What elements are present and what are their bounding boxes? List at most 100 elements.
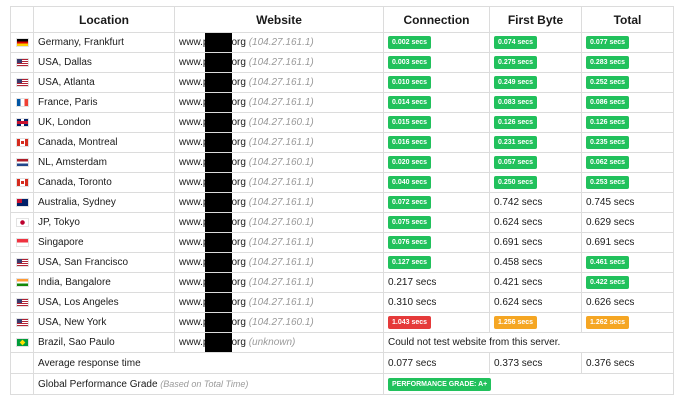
total-cell: 0.626 secs xyxy=(581,292,674,313)
table-row: UK, London www.p org (104.27.160.1) 0.015 s… xyxy=(10,112,674,133)
flag-column-header xyxy=(10,6,34,33)
location-cell: JP, Tokyo xyxy=(33,212,175,233)
redaction-bar xyxy=(205,313,232,332)
location-cell: UK, London xyxy=(33,112,175,133)
ip-address: (104.27.161.1) xyxy=(248,197,314,208)
website-suffix: org xyxy=(231,57,246,68)
connection-cell: 0.002 secs xyxy=(383,32,490,53)
first-byte-value: 0.126 secs xyxy=(494,116,538,129)
redaction-bar xyxy=(205,33,232,52)
redaction-bar xyxy=(205,133,232,152)
connection-cell: 0.015 secs xyxy=(383,112,490,133)
table-row: India, Bangalore www.p org (104.27.161.1) 0… xyxy=(10,272,674,293)
first-byte-cell: 0.275 secs xyxy=(489,52,582,73)
first-byte-cell: 0.126 secs xyxy=(489,112,582,133)
website-cell: www.p org (104.27.161.1) xyxy=(174,272,384,293)
first-byte-value: 0.074 secs xyxy=(494,36,538,49)
connection-cell: 0.020 secs xyxy=(383,152,490,173)
website-cell: www.p org (104.27.161.1) xyxy=(174,32,384,53)
website-cell: www.p org (104.27.160.1) xyxy=(174,312,384,333)
website-suffix: org xyxy=(231,157,246,168)
ip-address: (104.27.161.1) xyxy=(248,297,314,308)
total-cell: 0.691 secs xyxy=(581,232,674,253)
website-suffix: org xyxy=(231,77,246,88)
website-cell: www.p org (104.27.161.1) xyxy=(174,232,384,253)
redaction-bar xyxy=(205,293,232,312)
flag-icon xyxy=(15,317,29,327)
ip-address: (104.27.160.1) xyxy=(248,157,314,168)
flag-icon xyxy=(15,177,29,187)
total-cell: 0.126 secs xyxy=(581,112,674,133)
website-cell: www.p org (104.27.161.1) xyxy=(174,292,384,313)
average-total: 0.376 secs xyxy=(581,352,674,374)
connection-value: 0.010 secs xyxy=(388,76,432,89)
redaction-bar xyxy=(205,253,232,272)
website-suffix: org xyxy=(231,37,246,48)
table-row: Brazil, Sao Paulo www.p org (unknown) Could… xyxy=(10,332,674,353)
performance-grade-badge: PERFORMANCE GRADE: A+ xyxy=(388,377,492,391)
flag-icon xyxy=(15,237,29,247)
total-column-header: Total xyxy=(581,6,674,33)
grade-note: (Based on Total Time) xyxy=(160,378,249,389)
redaction-bar xyxy=(205,153,232,172)
website-suffix: org xyxy=(231,197,246,208)
first-byte-value: 0.250 secs xyxy=(494,176,538,189)
website-cell: www.p org (104.27.161.1) xyxy=(174,72,384,93)
average-row: Average response time 0.077 secs 0.373 s… xyxy=(10,352,674,374)
total-value: 0.077 secs xyxy=(586,36,630,49)
connection-column-header: Connection xyxy=(383,6,490,33)
connection-value: 0.076 secs xyxy=(388,236,432,249)
ip-address: (104.27.161.1) xyxy=(248,97,314,108)
first-byte-cell: 0.249 secs xyxy=(489,72,582,93)
website-cell: www.p org (104.27.161.1) xyxy=(174,52,384,73)
total-cell: 0.077 secs xyxy=(581,32,674,53)
location-cell: Germany, Frankfurt xyxy=(33,32,175,53)
total-value: 1.262 secs xyxy=(586,316,630,329)
first-byte-value: 0.624 secs xyxy=(494,297,543,308)
table-row: USA, Atlanta www.p org (104.27.161.1) 0.010… xyxy=(10,72,674,93)
redaction-bar xyxy=(205,233,232,252)
first-byte-value: 0.624 secs xyxy=(494,217,543,228)
total-value: 0.629 secs xyxy=(586,217,635,228)
connection-cell: 0.010 secs xyxy=(383,72,490,93)
website-suffix: org xyxy=(231,117,246,128)
table-row: Germany, Frankfurt www.p org (104.27.161.1… xyxy=(10,32,674,53)
first-byte-cell: 0.742 secs xyxy=(489,192,582,213)
total-cell: 0.629 secs xyxy=(581,212,674,233)
ip-address: (104.27.161.1) xyxy=(248,277,314,288)
first-byte-cell: 0.458 secs xyxy=(489,252,582,273)
redaction-bar xyxy=(205,93,232,112)
connection-cell: 0.217 secs xyxy=(383,272,490,293)
website-suffix: org xyxy=(231,97,246,108)
location-cell: NL, Amsterdam xyxy=(33,152,175,173)
first-byte-cell: 1.256 secs xyxy=(489,312,582,333)
connection-value: 0.075 secs xyxy=(388,216,432,229)
redaction-bar xyxy=(205,213,232,232)
website-suffix: org xyxy=(231,257,246,268)
table-row: Canada, Toronto www.p org (104.27.161.1) 0.… xyxy=(10,172,674,193)
website-cell: www.p org (104.27.160.1) xyxy=(174,212,384,233)
first-byte-value: 0.275 secs xyxy=(494,56,538,69)
total-cell: 0.253 secs xyxy=(581,172,674,193)
table-row: Australia, Sydney www.p org (104.27.161.1)… xyxy=(10,192,674,213)
website-cell: www.p org (104.27.160.1) xyxy=(174,152,384,173)
website-column-header: Website xyxy=(174,6,384,33)
total-cell: 1.262 secs xyxy=(581,312,674,333)
connection-cell: 0.127 secs xyxy=(383,252,490,273)
website-cell: www.p org (104.27.161.1) xyxy=(174,132,384,153)
website-cell: www.p org (104.27.161.1) xyxy=(174,92,384,113)
first-byte-value: 0.742 secs xyxy=(494,197,543,208)
location-cell: Canada, Toronto xyxy=(33,172,175,193)
flag-icon xyxy=(15,137,29,147)
connection-cell: 1.043 secs xyxy=(383,312,490,333)
average-connection: 0.077 secs xyxy=(383,352,490,374)
first-byte-cell: 0.624 secs xyxy=(489,292,582,313)
connection-cell: 0.310 secs xyxy=(383,292,490,313)
grade-badge-cell: PERFORMANCE GRADE: A+ xyxy=(383,373,674,395)
connection-value: 0.003 secs xyxy=(388,56,432,69)
ip-address: (104.27.161.1) xyxy=(248,37,314,48)
grade-row: Global Performance Grade (Based on Total… xyxy=(10,373,674,395)
flag-icon xyxy=(15,217,29,227)
location-cell: France, Paris xyxy=(33,92,175,113)
flag-icon xyxy=(15,257,29,267)
